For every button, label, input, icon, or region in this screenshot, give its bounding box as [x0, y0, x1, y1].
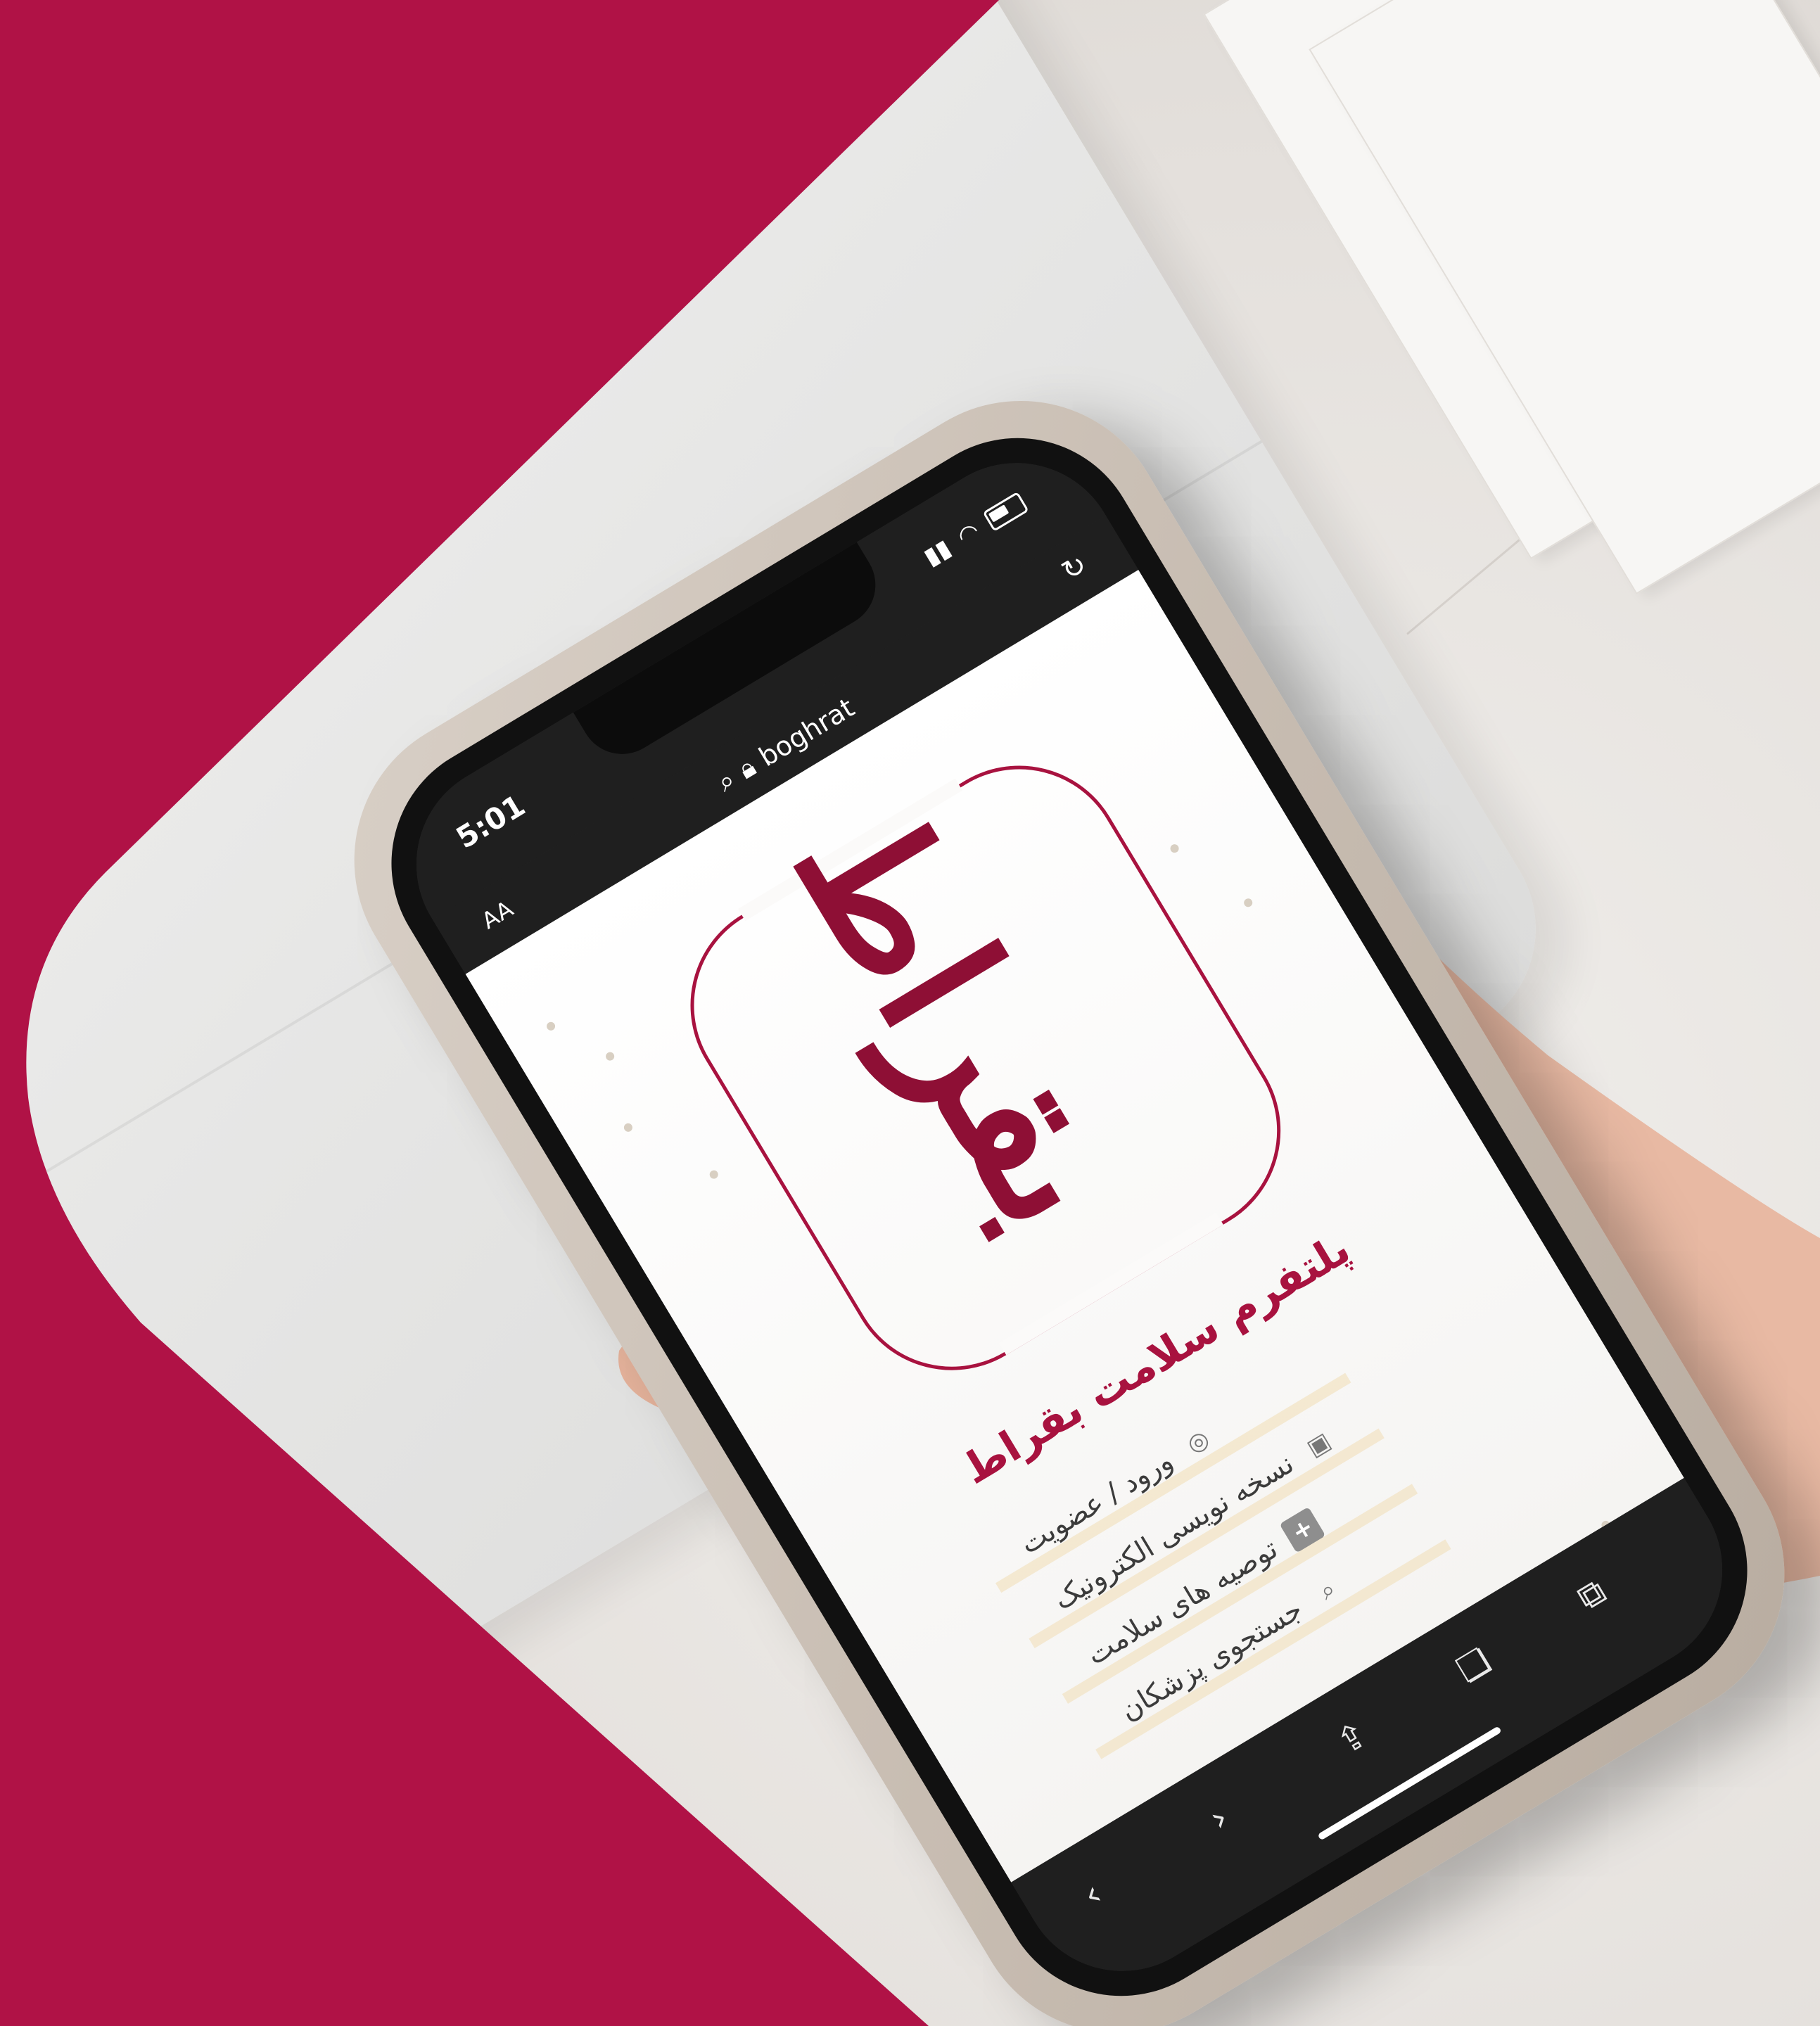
text-size-button[interactable]: AA	[477, 896, 518, 935]
status-icons: ▮▮ ◠	[919, 489, 1031, 571]
battery-icon	[982, 491, 1029, 532]
back-chevron-icon[interactable]: ‹	[1076, 1873, 1109, 1916]
photo-scene: 5:01 ▮▮ ◠ AA ⌕ 🔒︎ boghrat ↻ بقراط پلتفرم…	[0, 0, 1820, 2026]
wifi-icon: ◠	[952, 516, 985, 552]
decor-dot	[622, 1121, 635, 1134]
tabs-icon[interactable]: ⧉	[1570, 1570, 1613, 1619]
status-time: 5:01	[450, 788, 531, 855]
decor-dot	[708, 1168, 720, 1180]
reload-icon[interactable]: ↻	[1056, 548, 1093, 588]
search-icon: ⌕	[711, 763, 741, 798]
decor-dot	[1169, 842, 1181, 855]
signal-icon: ▮▮	[919, 533, 956, 572]
lock-icon: 🔒︎	[732, 751, 761, 785]
decor-dot	[1242, 897, 1254, 909]
share-icon[interactable]: ⇪	[1329, 1713, 1375, 1763]
decor-dot	[545, 1020, 557, 1033]
bookmarks-icon[interactable]: ❏	[1449, 1640, 1497, 1691]
forward-chevron-icon[interactable]: ›	[1202, 1797, 1235, 1840]
decor-dot	[604, 1050, 616, 1062]
